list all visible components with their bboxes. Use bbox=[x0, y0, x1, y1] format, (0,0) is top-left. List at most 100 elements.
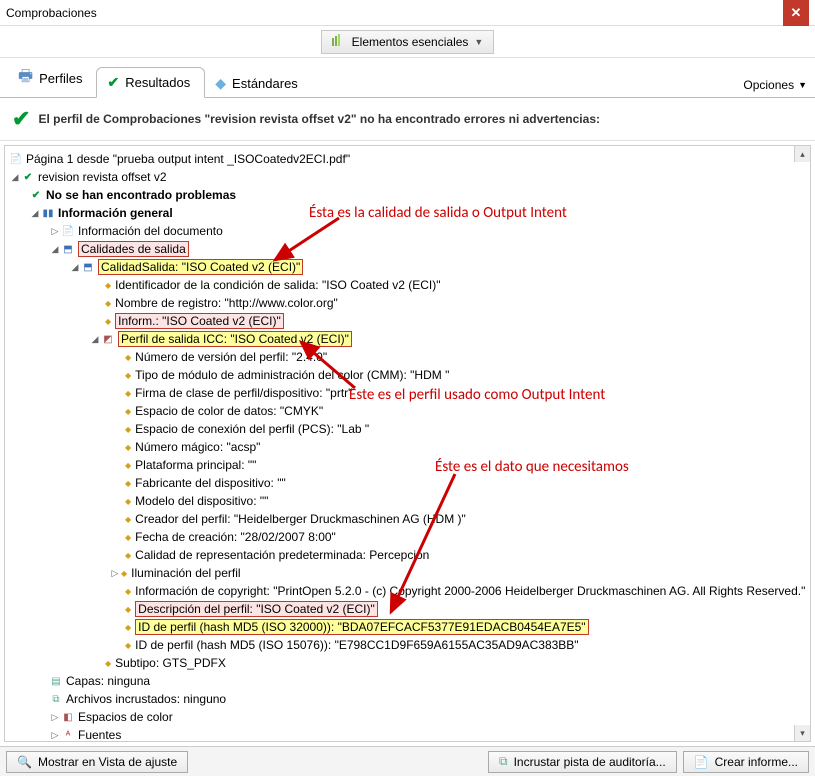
bullet-icon: ◆ bbox=[125, 425, 131, 434]
diamond-icon: ◆ bbox=[215, 75, 226, 92]
disclose-icon[interactable]: ▷ bbox=[49, 712, 61, 723]
options-menu[interactable]: Opciones ▼ bbox=[743, 72, 807, 98]
output-icon: ⬒ bbox=[81, 262, 95, 273]
show-fit-view-button[interactable]: 🔍 Mostrar en Vista de ajuste bbox=[6, 751, 188, 773]
tree-row[interactable]: ◆Nombre de registro: "http://www.color.o… bbox=[5, 294, 810, 312]
bullet-icon: ◆ bbox=[105, 281, 111, 290]
embed-icon: ⧉ bbox=[499, 754, 508, 769]
bullet-icon: ◆ bbox=[125, 461, 131, 470]
tree-row[interactable]: ◆Fabricante del dispositivo: "" bbox=[5, 474, 810, 492]
bullet-icon: ◆ bbox=[125, 551, 131, 560]
bars-icon bbox=[332, 34, 346, 49]
tree-view[interactable]: ▴ ▾ Ésta es la calidad de salida o Outpu… bbox=[4, 145, 811, 742]
footer-bar: 🔍 Mostrar en Vista de ajuste ⧉ Incrustar… bbox=[0, 746, 815, 776]
embed-icon: ⧉ bbox=[49, 694, 63, 705]
tree-row-perfilicc[interactable]: ◢◩Perfil de salida ICC: "ISO Coated v2 (… bbox=[5, 330, 810, 348]
bullet-icon: ◆ bbox=[105, 299, 111, 308]
tree-row-id32000[interactable]: ◆ID de perfil (hash MD5 (ISO 32000)): "B… bbox=[5, 618, 810, 636]
tabs-row: 🖶 Perfiles ✔ Resultados ◆ Estándares Opc… bbox=[0, 58, 815, 98]
magnify-icon: 🔍 bbox=[17, 755, 32, 769]
button-label: Crear informe... bbox=[715, 755, 798, 769]
essentials-dropdown[interactable]: Elementos esenciales ▼ bbox=[321, 30, 495, 54]
tree-row[interactable]: ◆Número mágico: "acsp" bbox=[5, 438, 810, 456]
bullet-icon: ◆ bbox=[125, 587, 131, 596]
options-label: Opciones bbox=[743, 78, 794, 92]
bullet-icon: ◆ bbox=[105, 659, 111, 668]
check-icon: ✔ bbox=[21, 172, 35, 183]
disclose-icon[interactable]: ◢ bbox=[29, 208, 41, 219]
bullet-icon: ◆ bbox=[125, 479, 131, 488]
bullet-icon: ◆ bbox=[125, 353, 131, 362]
tree-row-calidadsalida[interactable]: ◢⬒CalidadSalida: "ISO Coated v2 (ECI)" bbox=[5, 258, 810, 276]
tab-label: Resultados bbox=[125, 75, 190, 90]
tree-row[interactable]: ◆Firma de clase de perfil/dispositivo: "… bbox=[5, 384, 810, 402]
embed-audit-button[interactable]: ⧉ Incrustar pista de auditoría... bbox=[488, 751, 677, 773]
close-button[interactable]: ✕ bbox=[783, 0, 809, 26]
tab-label: Estándares bbox=[232, 76, 298, 91]
tree-row[interactable]: ◆Calidad de representación predeterminad… bbox=[5, 546, 810, 564]
content-area: ✔ El perfil de Comprobaciones "revision … bbox=[0, 98, 815, 746]
button-label: Incrustar pista de auditoría... bbox=[514, 755, 666, 769]
button-label: Mostrar en Vista de ajuste bbox=[38, 755, 177, 769]
disclose-icon[interactable]: ▷ bbox=[49, 730, 61, 741]
tab-label: Perfiles bbox=[39, 71, 82, 86]
tree-row[interactable]: ◆Creador del perfil: "Heidelberger Druck… bbox=[5, 510, 810, 528]
printer-icon: 🖶 bbox=[18, 65, 33, 92]
tree-row[interactable]: ◆Información de copyright: "PrintOpen 5.… bbox=[5, 582, 810, 600]
tree-row[interactable]: ◆Descripción del perfil: "ISO Coated v2 … bbox=[5, 600, 810, 618]
disclose-icon[interactable]: ◢ bbox=[89, 334, 101, 345]
tab-standards[interactable]: ◆ Estándares bbox=[205, 69, 312, 98]
bullet-icon: ◆ bbox=[125, 371, 131, 380]
doc-icon: 📄 bbox=[61, 226, 75, 237]
disclose-icon[interactable]: ◢ bbox=[69, 262, 81, 273]
tab-profiles[interactable]: 🖶 Perfiles bbox=[8, 59, 96, 98]
status-text: El perfil de Comprobaciones "revision re… bbox=[38, 112, 600, 126]
tree-row[interactable]: ◆Espacio de conexión del perfil (PCS): "… bbox=[5, 420, 810, 438]
tree-row-infodoc[interactable]: ▷📄Información del documento bbox=[5, 222, 810, 240]
bullet-icon: ◆ bbox=[125, 515, 131, 524]
disclose-icon[interactable]: ◢ bbox=[49, 244, 61, 255]
tree-row[interactable]: ◆Espacio de color de datos: "CMYK" bbox=[5, 402, 810, 420]
tree-row[interactable]: ◆Inform.: "ISO Coated v2 (ECI)" bbox=[5, 312, 810, 330]
bullet-icon: ◆ bbox=[125, 407, 131, 416]
titlebar: Comprobaciones ✕ bbox=[0, 0, 815, 26]
tree-row[interactable]: ◆Fecha de creación: "28/02/2007 8:00" bbox=[5, 528, 810, 546]
tree-row-iluminacion[interactable]: ▷◆Iluminación del perfil bbox=[5, 564, 810, 582]
window-title: Comprobaciones bbox=[6, 6, 783, 20]
tree-row[interactable]: ◆Número de versión del perfil: "2.4.0" bbox=[5, 348, 810, 366]
tree-row-capas[interactable]: ▤Capas: ninguna bbox=[5, 672, 810, 690]
font-icon: ᴬ bbox=[61, 730, 75, 741]
tree-row[interactable]: ◆Modelo del dispositivo: "" bbox=[5, 492, 810, 510]
bullet-icon: ◆ bbox=[125, 641, 131, 650]
tree-row-espacioscolor[interactable]: ▷◧Espacios de color bbox=[5, 708, 810, 726]
create-report-button[interactable]: 📄 Crear informe... bbox=[683, 751, 809, 773]
pdf-icon: 📄 bbox=[9, 154, 23, 165]
bullet-icon: ◆ bbox=[125, 623, 131, 632]
tree-row[interactable]: ◆ID de perfil (hash MD5 (ISO 15076)): "E… bbox=[5, 636, 810, 654]
color-icon: ◧ bbox=[61, 712, 75, 723]
bullet-icon: ◆ bbox=[105, 317, 111, 326]
tree-row-infogeneral[interactable]: ◢▮▮Información general bbox=[5, 204, 810, 222]
tree-row[interactable]: ◆Identificador de la condición de salida… bbox=[5, 276, 810, 294]
disclose-icon[interactable]: ▷ bbox=[49, 226, 61, 237]
bullet-icon: ◆ bbox=[125, 497, 131, 506]
tree-row[interactable]: ◆Tipo de módulo de administración del co… bbox=[5, 366, 810, 384]
caret-down-icon: ▼ bbox=[474, 37, 483, 47]
layers-icon: ▤ bbox=[49, 676, 63, 687]
tree-row-page[interactable]: 📄Página 1 desde "prueba output intent _I… bbox=[5, 150, 810, 168]
tree-row[interactable]: ◆Plataforma principal: "" bbox=[5, 456, 810, 474]
tree-row-archivos[interactable]: ⧉Archivos incrustados: ninguno bbox=[5, 690, 810, 708]
caret-down-icon: ▼ bbox=[798, 80, 807, 90]
info-icon: ▮▮ bbox=[41, 208, 55, 219]
top-bar: Elementos esenciales ▼ bbox=[0, 26, 815, 58]
disclose-icon[interactable]: ◢ bbox=[9, 172, 21, 183]
tree-row-noproblems[interactable]: ✔No se han encontrado problemas bbox=[5, 186, 810, 204]
tree-row-calidades[interactable]: ◢⬒Calidades de salida bbox=[5, 240, 810, 258]
tree-row[interactable]: ◆Subtipo: GTS_PDFX bbox=[5, 654, 810, 672]
tree-row-profile[interactable]: ◢✔revision revista offset v2 bbox=[5, 168, 810, 186]
tree-row-fuentes[interactable]: ▷ᴬFuentes bbox=[5, 726, 810, 742]
tab-results[interactable]: ✔ Resultados bbox=[96, 67, 205, 98]
disclose-icon[interactable]: ▷ bbox=[109, 568, 121, 579]
bullet-icon: ◆ bbox=[125, 605, 131, 614]
report-icon: 📄 bbox=[694, 755, 709, 769]
